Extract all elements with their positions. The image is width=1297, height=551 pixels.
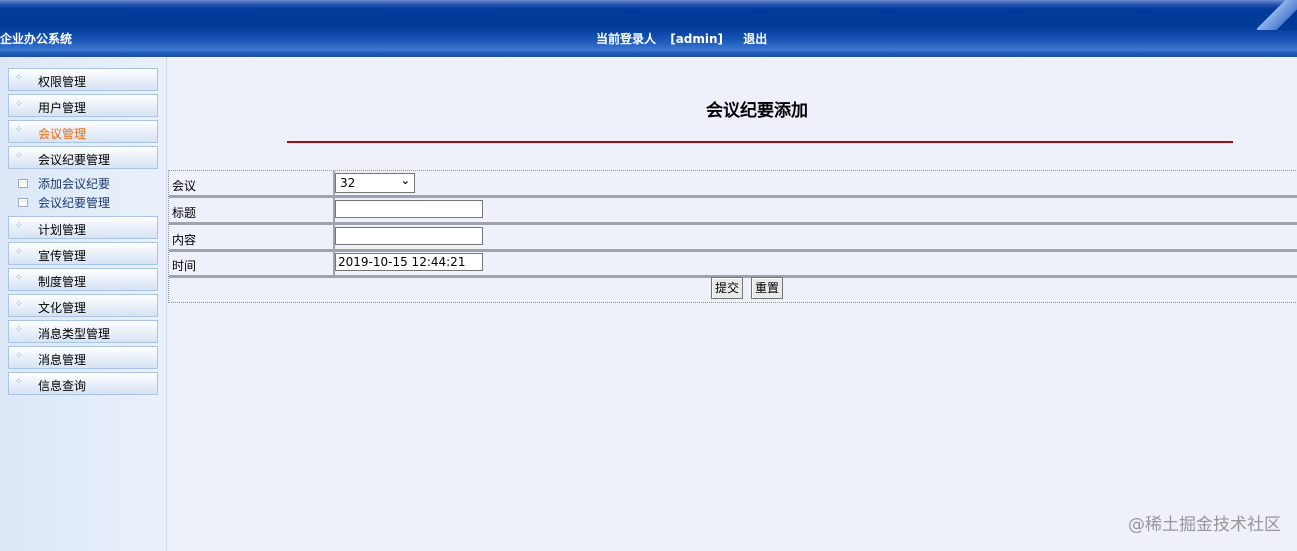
header-bar: 企业办公系统 当前登录人 [admin] 退出 (0, 0, 1297, 57)
sidebar-item-meeting-minutes[interactable]: ⁘ 会议纪要管理 (8, 146, 158, 169)
logout-link[interactable]: 退出 (743, 32, 767, 46)
bullet-icon: ⁘ (15, 221, 23, 231)
user-info: 当前登录人 [admin] 退出 (596, 30, 777, 47)
bullet-icon: ⁘ (15, 99, 23, 109)
meeting-select[interactable]: 32 ⌄ (335, 173, 415, 193)
title-label: 标题 (172, 206, 197, 220)
time-label: 时间 (172, 259, 197, 273)
bullet-icon: ⁘ (15, 377, 23, 387)
sidebar-item-permissions[interactable]: ⁘ 权限管理 (8, 68, 158, 91)
form-row-content: 内容 (169, 225, 1297, 252)
sidebar-item-policies[interactable]: ⁘ 制度管理 (8, 268, 158, 291)
title-divider (287, 141, 1233, 143)
bullet-icon: ⁘ (15, 125, 23, 135)
sidebar: ⁘ 权限管理 ⁘ 用户管理 ⁘ 会议管理 ⁘ 会议纪要管理 ⋯ 添加会议纪要 ⋯ 会议纪要管… (0, 57, 167, 551)
chevron-down-icon: ⌄ (400, 174, 410, 187)
bullet-icon: ⁘ (15, 73, 23, 83)
sidebar-item-meetings[interactable]: ⁘ 会议管理 (8, 120, 158, 143)
leaf-icon: ⋯ (18, 198, 28, 207)
submit-button[interactable]: 提交 (711, 277, 744, 299)
bullet-icon: ⁘ (15, 299, 23, 309)
sidebar-item-culture[interactable]: ⁘ 文化管理 (8, 294, 158, 317)
sidebar-item-publicity[interactable]: ⁘ 宣传管理 (8, 242, 158, 265)
bullet-icon: ⁘ (15, 325, 23, 335)
bullet-icon: ⁘ (15, 247, 23, 257)
watermark: @稀土掘金技术社区 (1128, 515, 1281, 535)
app-title: 企业办公系统 (0, 32, 73, 46)
form-row-title: 标题 (169, 198, 1297, 225)
bullet-icon: ⁘ (15, 351, 23, 361)
page-title: 会议纪要添加 (706, 101, 808, 121)
sidebar-item-users[interactable]: ⁘ 用户管理 (8, 94, 158, 117)
leaf-icon: ⋯ (18, 179, 28, 188)
title-input[interactable] (335, 200, 483, 218)
current-user-label: 当前登录人 (596, 32, 657, 46)
reset-button[interactable]: 重置 (751, 277, 784, 299)
username: [admin] (670, 32, 724, 46)
minutes-form: 会议 32⌄ 标题 内容 时间 提交 重置 (168, 170, 1297, 303)
form-row-time: 时间 (169, 251, 1297, 278)
time-input[interactable] (335, 253, 483, 271)
content-label: 内容 (172, 233, 197, 247)
bullet-icon: ⁘ (15, 273, 23, 283)
sidebar-item-plans[interactable]: ⁘ 计划管理 (8, 216, 158, 239)
sidebar-item-messages[interactable]: ⁘ 消息管理 (8, 346, 158, 369)
form-row-meeting: 会议 32 ⌄ (169, 171, 1297, 198)
header-decoration (1257, 0, 1297, 30)
sidebar-item-info-query[interactable]: ⁘ 信息查询 (8, 372, 158, 395)
meeting-label: 会议 (172, 179, 197, 193)
content-input[interactable] (335, 227, 483, 245)
bullet-icon: ⁘ (15, 151, 23, 161)
sidebar-item-message-types[interactable]: ⁘ 消息类型管理 (8, 320, 158, 343)
